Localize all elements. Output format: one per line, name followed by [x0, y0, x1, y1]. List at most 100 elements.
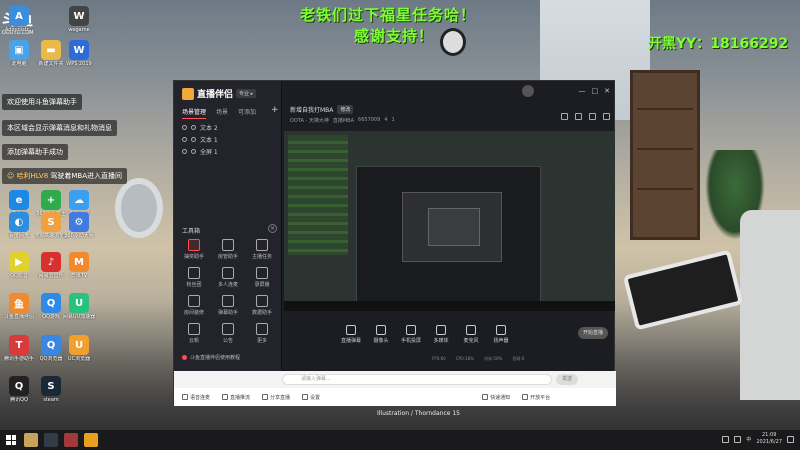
taskbar-app-icon[interactable] [24, 433, 38, 447]
toolbox-item[interactable]: 房间装修 [178, 295, 210, 316]
source-item[interactable]: 文本 2 [182, 123, 218, 132]
settings-button[interactable]: 设置 [302, 394, 320, 401]
desktop-icon[interactable]: Wwegame [62, 6, 96, 33]
minimize-button[interactable]: — [579, 87, 586, 95]
desktop-icon[interactable]: T 腾讯手游助手 [2, 335, 36, 362]
share-icon[interactable] [603, 113, 610, 120]
volume-icon[interactable] [734, 435, 742, 443]
open-platform-button[interactable]: 开放平台 [522, 394, 550, 401]
desktop-icon[interactable]: ⚙ 360驱动大师 [62, 212, 96, 239]
desktop-icon-label: QQ影音 [10, 273, 28, 279]
toolbox-item[interactable]: 云帆 [178, 323, 210, 344]
desktop-icon[interactable]: W WPS 2019 [62, 40, 96, 67]
share-live-button[interactable]: 分享直播 [262, 394, 290, 401]
toolbox-item[interactable]: 录屏播 [246, 267, 278, 288]
phone-cast-button[interactable]: 手机投屏 [396, 325, 426, 344]
toolbox-item[interactable]: 多人连麦 [212, 267, 244, 288]
preview-nested-window [428, 208, 480, 246]
taskbar-app-icon[interactable] [64, 433, 78, 447]
eye-icon[interactable] [182, 125, 187, 130]
layout-icon[interactable] [589, 113, 596, 120]
bell-icon [482, 394, 489, 400]
desktop-app-icon: ⚙ [69, 212, 89, 232]
desktop-app-icon: ▣ [9, 40, 29, 60]
desktop-icon[interactable]: U 网易UU加速器 [62, 293, 96, 320]
tab-addable[interactable]: 可添加 [238, 107, 256, 119]
toolbox-item[interactable]: 抽奖助手 [178, 239, 210, 260]
toolbox-item[interactable]: 房管助手 [212, 239, 244, 260]
desktop-icon[interactable]: ◐ 百度网盘 [2, 212, 36, 239]
desktop-icon-label: 此电脑 [11, 61, 27, 67]
eye-icon[interactable] [182, 137, 187, 142]
window-controls: — □ ✕ [579, 87, 611, 95]
desktop-app-icon: ▶ [9, 252, 29, 272]
voice-link-button[interactable]: 语音连麦 [182, 394, 210, 401]
danmaku-input[interactable]: 请输入弹幕... [282, 374, 552, 385]
tool-icon [188, 239, 200, 251]
desktop-icon[interactable]: ▶ QQ影音 [2, 252, 36, 279]
send-button[interactable]: 发送 [556, 374, 578, 385]
desktop-icon[interactable]: ▣ 此电脑 [2, 40, 36, 67]
danmaku-tool-button[interactable]: 直播弹幕 [336, 325, 366, 344]
toolbox-item[interactable]: 主播任务 [246, 239, 278, 260]
desktop-icon-label: 芒果TV [70, 273, 88, 279]
desktop-icon[interactable]: Q 腾讯QQ [2, 376, 36, 403]
maximize-button[interactable]: □ [592, 87, 599, 95]
source-item[interactable]: 全屏 1 [182, 147, 218, 156]
quick-notify-button[interactable]: 快速通知 [482, 394, 510, 401]
speaker-button[interactable]: 扬声器 [486, 325, 516, 344]
clock[interactable]: 21:09 2021/6/27 [756, 432, 782, 446]
wallpaper-fan [115, 178, 163, 238]
lock-icon[interactable] [191, 149, 196, 154]
push-stream-button[interactable]: 直播推流 [222, 394, 250, 401]
taskbar-app-icon[interactable] [44, 433, 58, 447]
media-button[interactable]: 多媒体 [426, 325, 456, 344]
toolbox-title: 工具箱 [182, 228, 201, 235]
bag-icon[interactable] [575, 113, 582, 120]
toolbox-item[interactable]: 公告 [212, 323, 244, 344]
taskbar-app-icon[interactable] [84, 433, 98, 447]
close-button[interactable]: ✕ [604, 87, 610, 95]
desktop-icon-label: 腾讯手游助手 [3, 356, 34, 362]
desktop-icon-label: UC浏览器 [67, 356, 91, 362]
desktop-app-icon: ☁ [69, 190, 89, 210]
desktop-app-icon: Q [41, 335, 61, 355]
add-scene-button[interactable]: + [271, 105, 279, 115]
lock-icon[interactable] [191, 125, 196, 130]
camera-tool-button[interactable]: 摄像头 [366, 325, 396, 344]
lock-icon[interactable] [191, 137, 196, 142]
live-companion-window[interactable]: 直播伴侣 专业 ▸ 场景管理 场景 可添加 + 文本 2 文本 1 全屏 1 工… [173, 80, 616, 406]
edit-room-button[interactable]: 修改 [337, 105, 354, 114]
tab-scene[interactable]: 场景 [216, 107, 228, 119]
gift-icon[interactable] [561, 113, 568, 120]
toolbox-item[interactable]: 粉丝团 [178, 267, 210, 288]
desktop-icon[interactable]: A Administr... [2, 6, 36, 33]
toolbox-item[interactable]: 更多 [246, 323, 278, 344]
chat-message: 本区域会显示弹幕消息和礼物消息 [2, 120, 117, 136]
toolbox-close-icon[interactable]: × [268, 224, 277, 233]
toolbox-item[interactable]: 弹幕助手 [212, 295, 244, 316]
version-badge[interactable]: 专业 ▸ [236, 89, 257, 98]
toolbox-item[interactable]: 数据助手 [246, 295, 278, 316]
start-live-button[interactable]: 开始直播 [578, 327, 608, 339]
microphone-button[interactable]: 麦克风 [456, 325, 486, 344]
tool-icon [188, 323, 200, 335]
stream-preview[interactable] [284, 131, 615, 311]
tab-scene-manage[interactable]: 场景管理 [182, 107, 207, 119]
tool-icon [188, 295, 200, 307]
eye-icon[interactable] [182, 149, 187, 154]
windows-start-icon[interactable] [6, 435, 16, 445]
mic-icon [182, 394, 188, 400]
desktop-icon[interactable]: U UC浏览器 [62, 335, 96, 362]
ime-indicator[interactable]: 中 [746, 436, 751, 443]
tool-icon [256, 323, 268, 335]
network-icon[interactable] [722, 435, 730, 443]
desktop-icon[interactable]: M 芒果TV [62, 252, 96, 279]
source-item[interactable]: 文本 1 [182, 135, 218, 144]
desktop-icon[interactable]: 鱼斗鱼直播伴侣 [2, 293, 36, 320]
avatar[interactable] [522, 85, 534, 97]
chat-message: 欢迎使用斗鱼弹幕助手 [2, 94, 82, 110]
tutorial-link[interactable]: 斗鱼直播伴侣使用教程 [182, 354, 240, 361]
desktop-icon[interactable]: Ssteam [34, 376, 68, 403]
notification-icon[interactable] [787, 435, 794, 443]
